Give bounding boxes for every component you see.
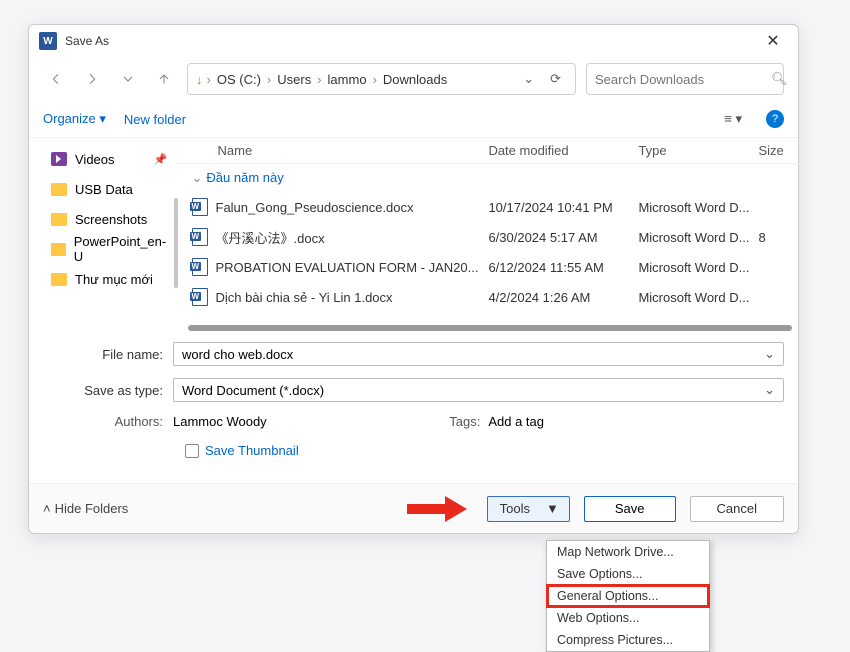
annotation-arrow — [407, 498, 473, 520]
docx-icon — [192, 198, 208, 216]
footer: ˄Hide Folders Tools▼ Save Cancel — [29, 483, 798, 533]
save-button[interactable]: Save — [584, 496, 676, 522]
tools-menu: Map Network Drive... Save Options... Gen… — [546, 540, 710, 652]
col-type[interactable]: Type — [638, 143, 758, 158]
tools-button[interactable]: Tools▼ — [487, 496, 570, 522]
meta-row: Authors: Lammoc Woody Tags: Add a tag — [29, 409, 798, 433]
horizontal-scrollbar[interactable] — [188, 325, 793, 331]
close-button[interactable]: ✕ — [758, 31, 788, 51]
video-icon — [51, 152, 67, 166]
word-icon: W — [39, 32, 57, 50]
save-thumbnail-label[interactable]: Save Thumbnail — [205, 443, 299, 458]
filename-dropdown[interactable]: ⌄ — [764, 346, 775, 362]
col-name[interactable]: Name — [178, 143, 489, 158]
sidebar-item-powerpoint[interactable]: PowerPoint_en-U — [29, 234, 178, 264]
help-button[interactable]: ? — [766, 110, 784, 128]
dialog-title: Save As — [65, 34, 758, 48]
back-button[interactable] — [43, 66, 69, 92]
chevron-down-icon: ▼ — [546, 501, 559, 516]
savetype-row: Save as type: Word Document (*.docx)⌄ — [29, 375, 798, 405]
chevron-down-icon: ⌄ — [192, 170, 203, 185]
sidebar-item-usbdata[interactable]: USB Data — [29, 174, 178, 204]
sidebar: Videos📌 USB Data Screenshots PowerPoint_… — [29, 138, 178, 333]
sidebar-item-screenshots[interactable]: Screenshots — [29, 204, 178, 234]
file-row[interactable]: Falun_Gong_Pseudoscience.docx10/17/2024 … — [178, 192, 803, 222]
menu-map-network-drive[interactable]: Map Network Drive... — [547, 541, 709, 563]
file-type: Microsoft Word D... — [638, 290, 758, 305]
filename-input[interactable]: ⌄ — [173, 342, 784, 366]
file-date: 6/12/2024 11:55 AM — [488, 260, 638, 275]
folder-icon — [51, 273, 67, 286]
folder-icon — [51, 243, 66, 256]
new-folder-button[interactable]: New folder — [124, 112, 186, 127]
dialog-body: Videos📌 USB Data Screenshots PowerPoint_… — [29, 137, 798, 333]
file-date: 4/2/2024 1:26 AM — [488, 290, 638, 305]
forward-button[interactable] — [79, 66, 105, 92]
file-name: Falun_Gong_Pseudoscience.docx — [216, 200, 489, 215]
folder-icon — [51, 183, 67, 196]
file-list: Name Date modified Type Size ⌄Đầu năm nà… — [178, 138, 803, 333]
authors-label: Authors: — [43, 414, 173, 429]
authors-value[interactable]: Lammoc Woody — [173, 414, 267, 429]
savetype-label: Save as type: — [43, 383, 173, 398]
chevron-up-icon: ˄ — [43, 501, 51, 516]
file-name: PROBATION EVALUATION FORM - JAN20... — [216, 260, 489, 275]
folder-icon — [51, 213, 67, 226]
tags-label: Tags: — [449, 414, 488, 429]
view-menu[interactable]: ≡ ▾ — [718, 111, 748, 127]
nav-row: ↓ › OS (C:)› Users› lammo› Downloads ⌄ ⟳… — [29, 57, 798, 101]
filename-label: File name: — [43, 347, 173, 362]
crumb-3[interactable]: Downloads — [381, 72, 449, 87]
file-name: Dịch bài chia sẻ - Yi Lin 1.docx — [216, 290, 489, 305]
address-dropdown[interactable]: ⌄ — [517, 71, 540, 87]
refresh-button[interactable]: ⟳ — [544, 71, 567, 87]
crumb-2[interactable]: lammo — [326, 72, 369, 87]
file-name: 《丹溪心法》.docx — [216, 228, 489, 247]
download-icon: ↓ — [196, 72, 203, 87]
menu-general-options[interactable]: General Options... — [547, 585, 709, 607]
file-date: 10/17/2024 10:41 PM — [488, 200, 638, 215]
crumb-0[interactable]: OS (C:) — [215, 72, 263, 87]
col-date[interactable]: Date modified — [488, 143, 638, 158]
organize-menu[interactable]: Organize ▾ — [43, 111, 106, 127]
sidebar-item-newfolder[interactable]: Thư mục mới — [29, 264, 178, 294]
toolbar: Organize ▾ New folder ≡ ▾ ? — [29, 101, 798, 137]
search-box[interactable]: 🔍︎ — [586, 63, 784, 95]
crumb-1[interactable]: Users — [275, 72, 313, 87]
filename-row: File name: ⌄ — [29, 339, 798, 369]
hide-folders-button[interactable]: ˄Hide Folders — [43, 501, 128, 516]
menu-save-options[interactable]: Save Options... — [547, 563, 709, 585]
search-input[interactable] — [595, 72, 771, 87]
search-icon: 🔍︎ — [771, 71, 788, 87]
docx-icon — [192, 258, 208, 276]
cancel-button[interactable]: Cancel — [690, 496, 784, 522]
menu-compress-pictures[interactable]: Compress Pictures... — [547, 629, 709, 651]
list-header: Name Date modified Type Size — [178, 138, 803, 164]
file-type: Microsoft Word D... — [638, 200, 758, 215]
col-size[interactable]: Size — [758, 143, 802, 158]
file-date: 6/30/2024 5:17 AM — [488, 230, 638, 245]
savetype-select[interactable]: Word Document (*.docx)⌄ — [173, 378, 784, 402]
save-as-dialog: W Save As ✕ ↓ › OS (C:)› Users› lammo› D… — [28, 24, 799, 534]
sidebar-item-videos[interactable]: Videos📌 — [29, 144, 178, 174]
address-bar[interactable]: ↓ › OS (C:)› Users› lammo› Downloads ⌄ ⟳ — [187, 63, 576, 95]
file-type: Microsoft Word D... — [638, 260, 758, 275]
file-row[interactable]: Dịch bài chia sẻ - Yi Lin 1.docx4/2/2024… — [178, 282, 803, 312]
thumbnail-row: Save Thumbnail — [29, 433, 798, 458]
pin-icon: 📌 — [154, 153, 168, 166]
save-thumbnail-checkbox[interactable] — [185, 444, 199, 458]
docx-icon — [192, 228, 208, 246]
titlebar: W Save As ✕ — [29, 25, 798, 57]
file-type: Microsoft Word D... — [638, 230, 758, 245]
file-size: 8 — [758, 230, 802, 245]
file-row[interactable]: PROBATION EVALUATION FORM - JAN20...6/12… — [178, 252, 803, 282]
docx-icon — [192, 288, 208, 306]
file-row[interactable]: 《丹溪心法》.docx6/30/2024 5:17 AMMicrosoft Wo… — [178, 222, 803, 252]
group-header[interactable]: ⌄Đầu năm này — [178, 164, 803, 192]
recent-button[interactable] — [115, 66, 141, 92]
tags-value[interactable]: Add a tag — [488, 414, 544, 429]
savetype-dropdown[interactable]: ⌄ — [764, 382, 775, 398]
menu-web-options[interactable]: Web Options... — [547, 607, 709, 629]
up-button[interactable] — [151, 66, 177, 92]
